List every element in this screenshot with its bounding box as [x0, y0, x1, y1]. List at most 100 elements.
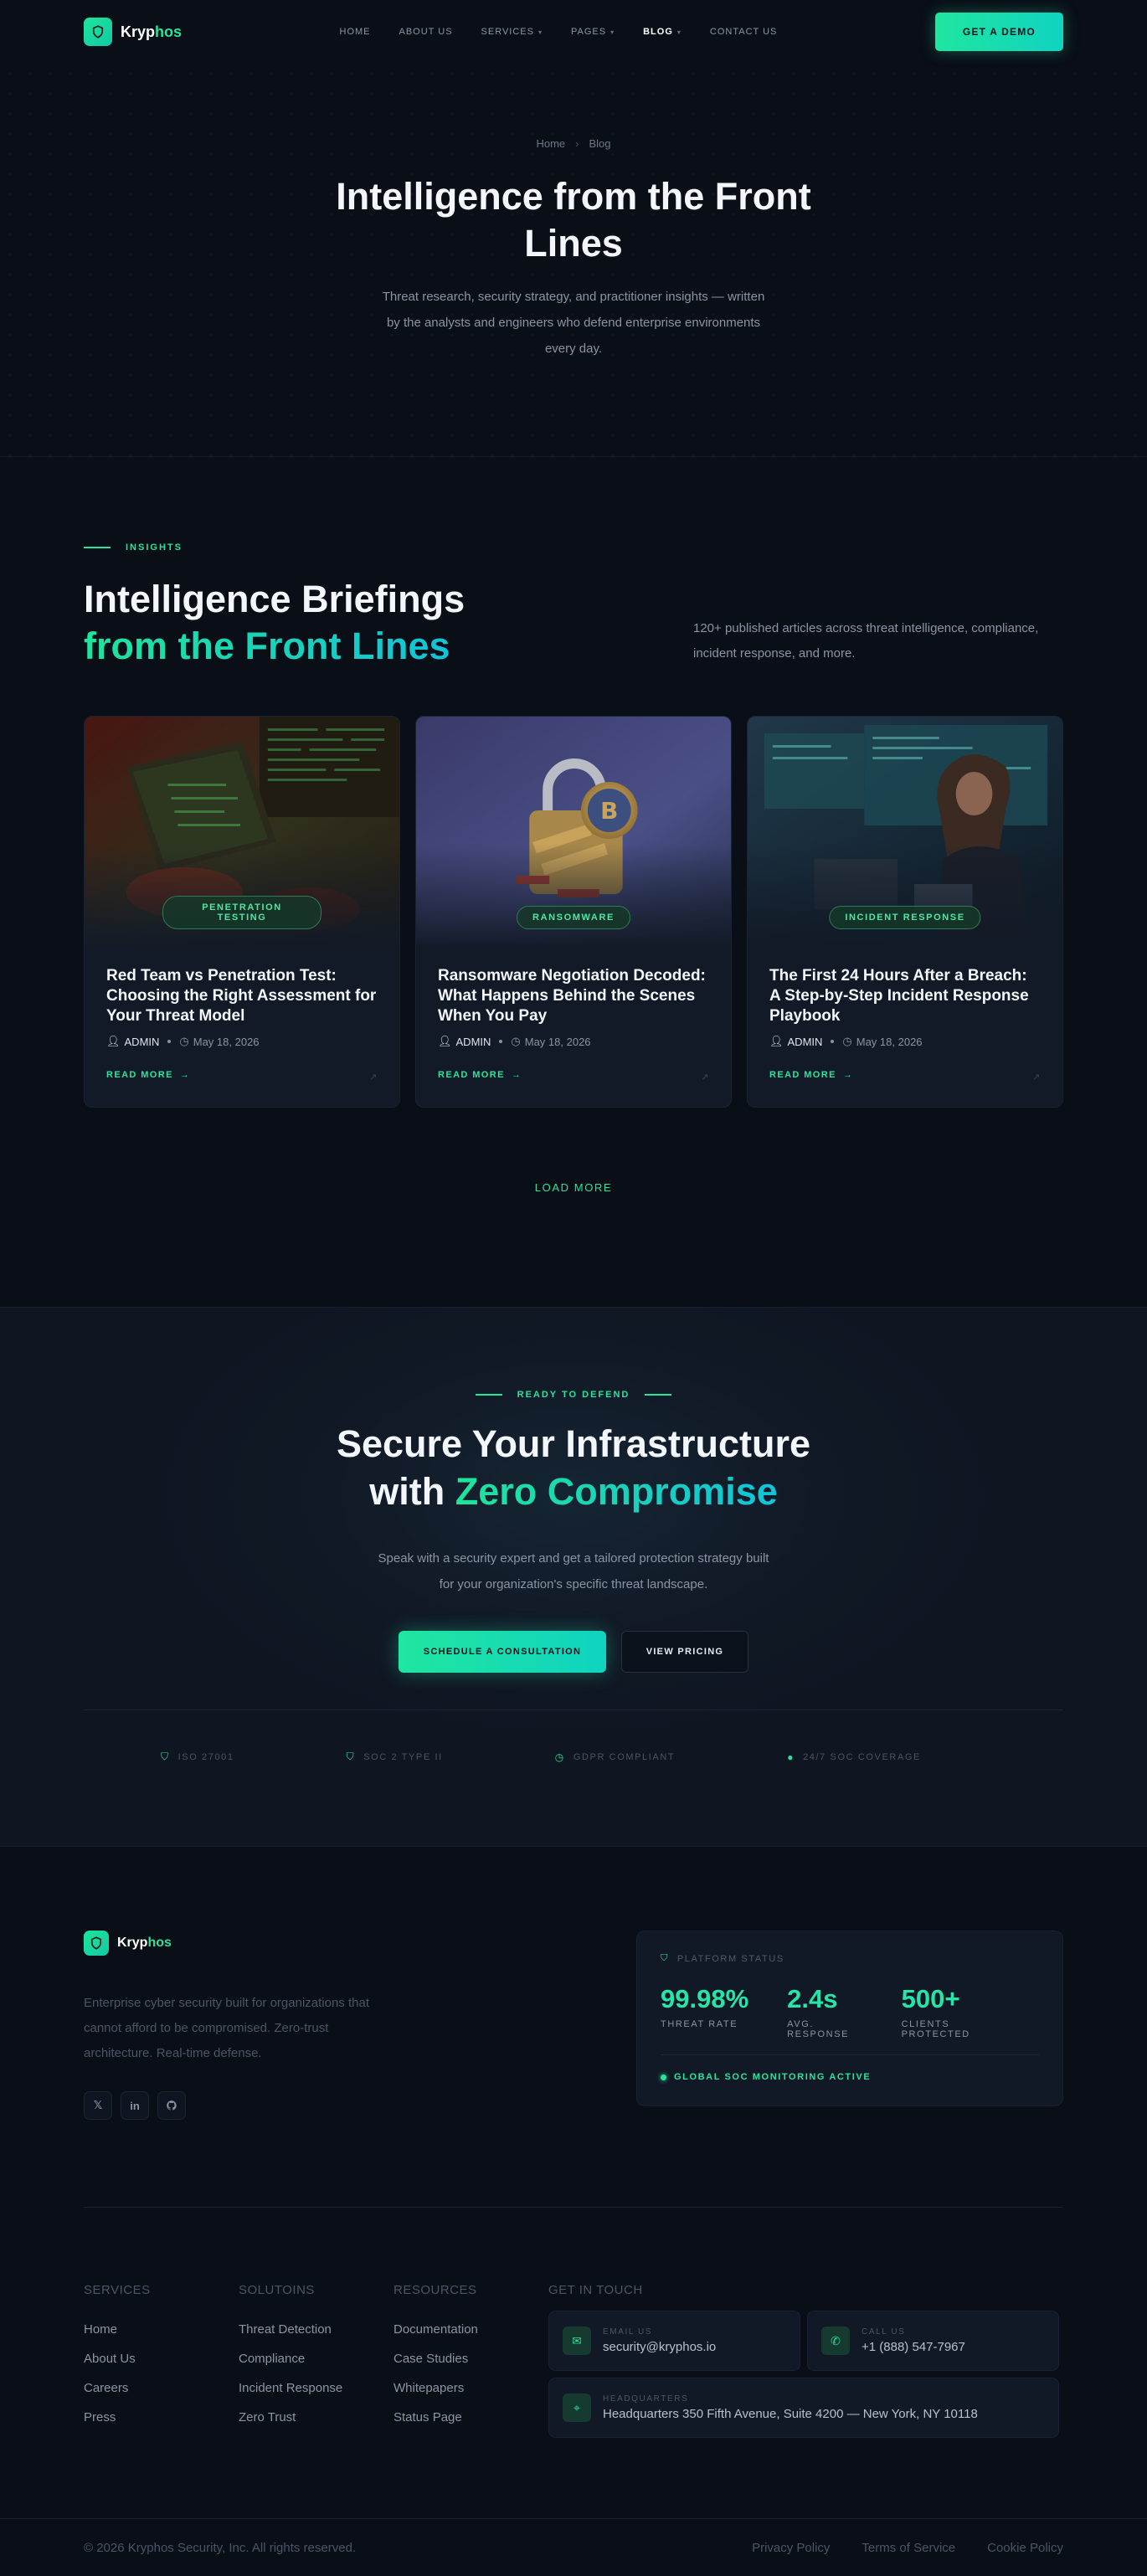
footer-link[interactable]: Incident Response	[239, 2373, 393, 2403]
insights-eyebrow: INSIGHTS	[84, 542, 1063, 553]
chevron-down-icon: ▾	[676, 28, 682, 36]
category-tag[interactable]: INCIDENT RESPONSE	[829, 906, 981, 929]
clock-icon: ◷	[554, 1751, 565, 1763]
article-card[interactable]: PENETRATION TESTING Red Team vs Penetrat…	[84, 716, 400, 1108]
article-meta: 👤︎ ADMIN ◷ May 18, 2026	[769, 1035, 923, 1048]
contact-hq-card[interactable]: ⌖ HEADQUARTERS Headquarters 350 Fifth Ave…	[548, 2378, 1059, 2438]
footer-link[interactable]: Threat Detection	[239, 2315, 393, 2344]
breadcrumb-separator: ›	[575, 137, 579, 150]
user-icon: 👤︎	[106, 1035, 121, 1047]
cta-eyebrow: READY TO DEFEND	[84, 1390, 1063, 1400]
footer-link[interactable]: Documentation	[393, 2315, 548, 2344]
x-icon[interactable]: 𝕏	[84, 2091, 112, 2120]
footer-link[interactable]: Whitepapers	[393, 2373, 548, 2403]
read-more-link[interactable]: READ MORE →	[438, 1070, 522, 1080]
clock-icon: ◷	[179, 1035, 189, 1047]
user-icon: 👤︎	[769, 1035, 784, 1047]
footer-link[interactable]: Careers	[84, 2373, 239, 2403]
breadcrumb-current: Blog	[589, 137, 611, 150]
article-image-hacker: PENETRATION TESTING	[85, 717, 399, 944]
shield-logo-icon	[84, 1931, 109, 1956]
footer-link[interactable]: Case Studies	[393, 2344, 548, 2373]
insights-section: INSIGHTS Intelligence Briefings from the…	[0, 457, 1147, 1308]
breadcrumb-home[interactable]: Home	[536, 137, 565, 150]
trust-badge: ● 24/7 SOC COVERAGE	[787, 1751, 921, 1763]
nav-pages[interactable]: PAGES ▾	[571, 27, 615, 37]
hero-section: Home › Blog Intelligence from the Front …	[0, 64, 1147, 457]
read-more-link[interactable]: READ MORE →	[769, 1070, 853, 1080]
category-tag[interactable]: PENETRATION TESTING	[162, 896, 321, 929]
soc-monitoring-status: GLOBAL SOC MONITORING ACTIVE	[661, 2072, 1039, 2082]
footer-about-text: Enterprise cyber security built for orga…	[84, 1996, 369, 2060]
footer-link[interactable]: Status Page	[393, 2403, 548, 2432]
footer-col-resources: RESOURCES Documentation Case Studies Whi…	[393, 2283, 548, 2438]
nav-services[interactable]: SERVICES ▾	[481, 27, 543, 37]
article-meta: 👤︎ ADMIN ◷ May 18, 2026	[438, 1035, 591, 1048]
article-card[interactable]: INCIDENT RESPONSE The First 24 Hours Aft…	[747, 716, 1063, 1108]
main-menu: HOME ABOUT US SERVICES ▾ PAGES ▾ BLOG ▾ CON…	[340, 27, 778, 37]
stat-threat-rate: 99.98% THREAT RATE	[661, 1984, 749, 2029]
footer-link[interactable]: Compliance	[239, 2344, 393, 2373]
read-more-link[interactable]: READ MORE →	[106, 1070, 190, 1080]
arrow-right-icon: →	[179, 1070, 191, 1080]
arrow-right-icon: →	[511, 1070, 522, 1080]
footer-col-solutions: SOLUTOINS Threat Detection Compliance In…	[239, 2283, 393, 2438]
cta-section: READY TO DEFEND Secure Your Infrastructu…	[0, 1308, 1147, 1847]
insights-heading: Intelligence Briefings from the Front Li…	[84, 578, 465, 667]
article-cards: PENETRATION TESTING Red Team vs Penetrat…	[84, 716, 1063, 1108]
platform-status-panel: ⛉ PLATFORM STATUS 99.98% THREAT RATE 2.4s A…	[636, 1931, 1063, 2106]
linkedin-icon[interactable]: in	[121, 2091, 149, 2120]
view-pricing-button[interactable]: VIEW PRICING	[621, 1631, 748, 1673]
svg-text:B: B	[600, 797, 618, 825]
footer-col-services: SERVICES Home About Us Careers Press	[84, 2283, 239, 2438]
cta-heading: Secure Your Infrastructure with Zero Com…	[336, 1422, 810, 1513]
privacy-policy-link[interactable]: Privacy Policy	[752, 2541, 830, 2555]
social-links: 𝕏 in	[84, 2091, 385, 2120]
chevron-down-icon: ▾	[610, 28, 615, 36]
stat-avg-response: 2.4s AVG. RESPONSE	[787, 1984, 850, 2039]
footer-link[interactable]: Press	[84, 2403, 239, 2432]
brand-name-b: hos	[155, 23, 183, 40]
article-image-soc-analyst: INCIDENT RESPONSE	[748, 717, 1062, 944]
contact-email-card[interactable]: ✉ EMAIL US security@kryphos.io	[548, 2311, 800, 2371]
cookie-policy-link[interactable]: Cookie Policy	[987, 2541, 1063, 2555]
nav-home[interactable]: HOME	[340, 27, 371, 37]
dot-icon: ●	[787, 1751, 795, 1763]
cta-description: Speak with a security expert and get a t…	[378, 1551, 769, 1591]
shield-icon: ⛉	[346, 1751, 356, 1762]
copyright: © 2026 Kryphos Security, Inc. All rights…	[84, 2540, 357, 2555]
article-title[interactable]: Red Team vs Penetration Test: Choosing t…	[106, 966, 378, 1026]
top-nav: Kryphos HOME ABOUT US SERVICES ▾ PAGES ▾ B…	[0, 0, 1147, 64]
load-more-button[interactable]: LOAD MORE	[0, 1181, 1147, 1194]
category-tag[interactable]: RANSOMWARE	[517, 906, 630, 929]
article-title[interactable]: The First 24 Hours After a Breach: A Ste…	[769, 966, 1041, 1026]
footer-brand-logo[interactable]: Kryphos	[84, 1931, 385, 1956]
phone-icon: ✆	[821, 2327, 850, 2355]
article-title[interactable]: Ransomware Negotiation Decoded: What Hap…	[438, 966, 709, 1026]
shield-logo-icon	[84, 18, 112, 46]
contact-phone-card[interactable]: ✆ CALL US +1 (888) 547-7967	[807, 2311, 1059, 2371]
footer-link[interactable]: About Us	[84, 2344, 239, 2373]
article-card[interactable]: B RANSOMWARE Ransomware Negotiation Deco…	[415, 716, 732, 1108]
user-icon: 👤︎	[438, 1035, 452, 1047]
clock-icon: ◷	[842, 1035, 852, 1047]
nav-about[interactable]: ABOUT US	[399, 27, 453, 37]
footer-link[interactable]: Zero Trust	[239, 2403, 393, 2432]
github-icon[interactable]	[157, 2091, 186, 2120]
trust-badge: ◷ GDPR COMPLIANT	[554, 1751, 676, 1763]
footer-link[interactable]: Home	[84, 2315, 239, 2344]
brand-logo[interactable]: Kryphos	[84, 18, 182, 46]
article-meta: 👤︎ ADMIN ◷ May 18, 2026	[106, 1035, 260, 1048]
page-subtitle: Threat research, security strategy, and …	[382, 290, 765, 356]
schedule-consultation-button[interactable]: SCHEDULE A CONSULTATION	[399, 1631, 606, 1673]
nav-contact[interactable]: CONTACT US	[710, 27, 778, 37]
nav-blog[interactable]: BLOG ▾	[643, 27, 682, 37]
map-pin-icon: ⌖	[563, 2393, 591, 2422]
trust-badge: ⛉ SOC 2 TYPE II	[346, 1751, 443, 1762]
arrow-corner-icon: ↗	[701, 1072, 709, 1082]
footer-bottom-bar: © 2026 Kryphos Security, Inc. All rights…	[0, 2518, 1147, 2575]
arrow-corner-icon: ↗	[369, 1072, 378, 1082]
trust-badge: ⛉ ISO 27001	[161, 1751, 234, 1762]
terms-link[interactable]: Terms of Service	[862, 2541, 955, 2555]
get-demo-button[interactable]: GET A DEMO	[934, 13, 1063, 51]
